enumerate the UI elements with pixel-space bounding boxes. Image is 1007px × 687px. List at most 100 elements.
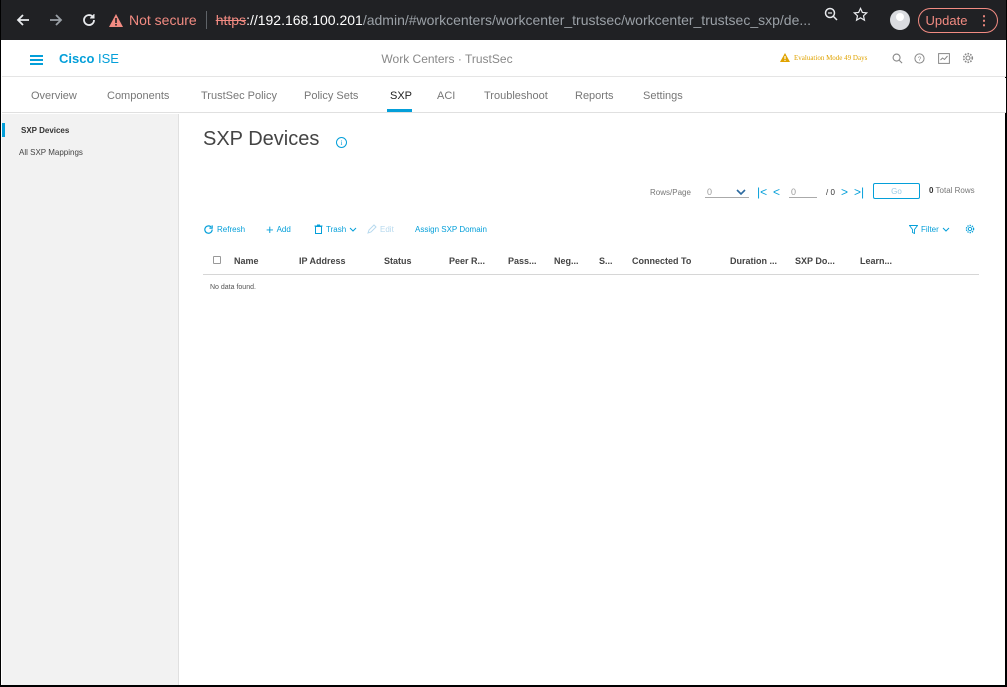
tab-troubleshoot[interactable]: Troubleshoot	[484, 90, 548, 102]
pencil-icon	[367, 224, 377, 234]
assign-sxp-domain-label: Assign SXP Domain	[415, 224, 487, 234]
column-header-connected-to[interactable]: Connected To	[632, 256, 691, 266]
tab-aci[interactable]: ACI	[437, 90, 455, 102]
active-tab-indicator	[387, 109, 412, 112]
security-indicator[interactable]: Not secure	[109, 12, 197, 28]
add-button[interactable]: + Add	[266, 221, 291, 237]
chevron-right-icon: >	[841, 185, 849, 199]
total-rows-label: Total Rows	[935, 186, 975, 195]
chevron-down-icon[interactable]	[736, 184, 746, 200]
svg-text:?: ?	[917, 55, 921, 62]
forward-button[interactable]	[42, 6, 70, 34]
sidebar-item-label: All SXP Mappings	[19, 147, 83, 157]
address-bar[interactable]: Not secure https ://192.168.100.201 /adm…	[109, 6, 879, 34]
tab-reports[interactable]: Reports	[575, 90, 614, 102]
help-button[interactable]: ?	[912, 51, 926, 65]
column-header-negotiated[interactable]: Neg...	[554, 256, 579, 266]
reload-icon	[83, 14, 95, 26]
star-icon	[852, 6, 868, 21]
page-context-title: Work Centers · TrustSec	[381, 52, 513, 66]
evaluation-badge[interactable]: Evaluation Mode 49 Days	[780, 53, 867, 62]
rows-per-page-label: Rows/Page	[650, 187, 691, 197]
column-header-learned[interactable]: Learn...	[860, 256, 892, 266]
url-path: /admin/#workcenters/workcenter_trustsec/…	[362, 12, 812, 28]
trash-label: Trash	[326, 224, 347, 234]
column-header-password[interactable]: Pass...	[508, 256, 537, 266]
plus-icon: +	[266, 221, 274, 237]
column-header-peer-role[interactable]: Peer R...	[449, 256, 485, 266]
arrow-left-icon	[16, 14, 29, 26]
search-icon	[892, 53, 902, 63]
profile-avatar[interactable]	[890, 10, 910, 30]
refresh-button[interactable]: Refresh	[203, 223, 245, 235]
column-header-duration[interactable]: Duration ...	[730, 256, 777, 266]
filter-icon	[909, 224, 918, 234]
bookmark-button[interactable]	[850, 0, 870, 28]
arrow-right-icon	[50, 14, 63, 26]
search-button[interactable]	[890, 51, 904, 65]
sidebar-item-sxp-devices[interactable]: SXP Devices	[2, 119, 179, 141]
zoom-icon	[824, 7, 838, 21]
edit-label: Edit	[380, 224, 394, 234]
table-header: Name IP Address Status Peer R... Pass...…	[203, 250, 979, 275]
gear-icon	[965, 224, 975, 234]
last-page-icon: >|	[854, 185, 865, 199]
sidebar: SXP Devices All SXP Mappings	[2, 114, 179, 685]
total-rows: 0 Total Rows	[929, 186, 975, 195]
app-header: Cisco ISE Work Centers · TrustSec Evalua…	[2, 40, 1006, 77]
tab-sxp[interactable]: SXP	[390, 90, 412, 102]
column-header-ip-address[interactable]: IP Address	[299, 256, 346, 266]
add-label: Add	[276, 224, 291, 234]
tab-trustsec-policy[interactable]: TrustSec Policy	[201, 90, 277, 102]
gear-icon	[962, 52, 974, 64]
update-button[interactable]: Update ⋮	[918, 8, 998, 33]
update-label: Update	[925, 13, 968, 28]
page-number-input[interactable]: 0	[789, 184, 817, 200]
chevron-down-icon	[942, 227, 950, 232]
security-label: Not secure	[129, 12, 197, 28]
go-button[interactable]: Go	[873, 183, 920, 199]
filter-label: Filter	[921, 224, 939, 234]
select-all-checkbox[interactable]	[213, 256, 221, 264]
empty-table-message: No data found.	[210, 284, 256, 291]
info-icon[interactable]: i	[336, 137, 347, 148]
tab-components[interactable]: Components	[107, 90, 169, 102]
filter-button[interactable]: Filter	[909, 223, 950, 235]
tab-policy-sets[interactable]: Policy Sets	[304, 90, 358, 102]
browser-window: Not secure https ://192.168.100.201 /adm…	[0, 0, 1007, 687]
evaluation-label: Evaluation Mode 49 Days	[794, 53, 868, 62]
table-settings-button[interactable]	[965, 223, 975, 235]
zoom-button[interactable]	[821, 0, 841, 28]
last-page-button[interactable]: >|	[854, 184, 864, 200]
dashboard-icon	[938, 52, 950, 64]
page-total: / 0	[826, 187, 835, 197]
next-page-button[interactable]: >	[841, 184, 848, 200]
column-header-sxp-domain[interactable]: SXP Do...	[795, 256, 835, 266]
url-host: ://192.168.100.201	[246, 12, 363, 28]
tab-settings[interactable]: Settings	[643, 90, 683, 102]
page-number-value: 0	[789, 187, 817, 198]
trash-button[interactable]: Trash	[314, 223, 357, 235]
chevron-down-icon	[349, 227, 357, 232]
browser-toolbar: Not secure https ://192.168.100.201 /adm…	[1, 0, 1006, 40]
column-header-status[interactable]: Status	[384, 256, 412, 266]
reload-button[interactable]	[75, 6, 103, 34]
refresh-label: Refresh	[217, 224, 246, 234]
page-title: SXP Devices	[203, 128, 320, 150]
edit-button[interactable]: Edit	[367, 223, 394, 235]
column-header-name[interactable]: Name	[234, 256, 259, 266]
assign-sxp-domain-button[interactable]: Assign SXP Domain	[415, 223, 487, 235]
first-page-icon: |<	[757, 185, 768, 199]
back-button[interactable]	[9, 6, 37, 34]
settings-button[interactable]	[961, 51, 975, 65]
sidebar-item-label: SXP Devices	[21, 125, 70, 135]
dashboard-button[interactable]	[937, 51, 951, 65]
trash-icon	[314, 224, 323, 234]
first-page-button[interactable]: |<	[757, 184, 767, 200]
sidebar-item-all-sxp-mappings[interactable]: All SXP Mappings	[2, 141, 179, 163]
chevron-left-icon: <	[773, 185, 781, 199]
previous-page-button[interactable]: <	[773, 184, 780, 200]
tab-overview[interactable]: Overview	[31, 90, 77, 102]
column-header-s[interactable]: S...	[599, 256, 613, 266]
total-rows-count: 0	[929, 186, 934, 195]
